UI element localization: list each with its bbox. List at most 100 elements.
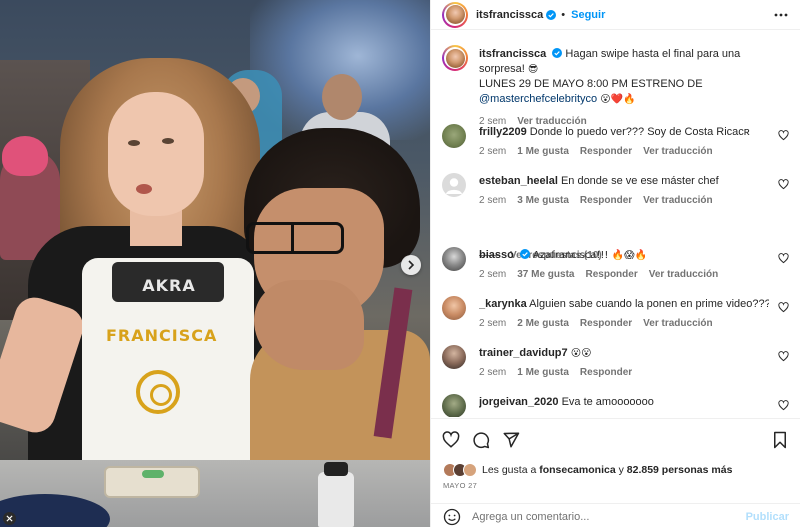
more-options-icon[interactable] (773, 8, 789, 22)
comment-meta: 2 sem 1 Me gusta Responder Ver traducció… (479, 146, 713, 157)
comment-body: trainer_davidup7 😮😮 (479, 346, 769, 361)
commenter-username[interactable]: _karynka (479, 298, 527, 310)
carousel-next-button[interactable] (401, 255, 421, 275)
commenter-username[interactable]: trainer_davidup7 (479, 347, 568, 359)
likes-prefix: Les gusta a (482, 464, 537, 476)
comment-likes[interactable]: 2 Me gusta (517, 318, 569, 329)
woman-mouth (136, 184, 152, 194)
heart-icon[interactable] (778, 179, 789, 190)
woman-face (108, 92, 204, 216)
comment-body: _karynka Alguien sabe cuando la ponen en… (479, 297, 769, 311)
comment-text: En donde se ve ese máster chef (560, 175, 719, 187)
heart-icon[interactable] (778, 351, 789, 362)
likes-summary: Les gusta a fonsecamonica y 82.859 perso… (443, 463, 732, 477)
comment-likes[interactable]: 1 Me gusta (517, 146, 569, 157)
reply-button[interactable]: Responder (580, 146, 632, 157)
likes-middle: y (618, 464, 624, 476)
commenter-avatar[interactable] (442, 173, 466, 197)
phone (104, 466, 200, 498)
close-button[interactable] (3, 512, 16, 525)
commenter-avatar[interactable] (442, 247, 466, 271)
comment-meta: 2 sem 1 Me gusta Responder (479, 367, 632, 378)
comment-time: 2 sem (479, 318, 507, 329)
post-actions: Les gusta a fonsecamonica y 82.859 perso… (431, 418, 800, 527)
apron-name: FRANCISCA (106, 326, 218, 345)
reply-button[interactable]: Responder (580, 318, 632, 329)
heart-icon[interactable] (442, 431, 460, 449)
man-hand (254, 280, 364, 370)
post-photo[interactable]: AKRA FRANCISCA (0, 0, 430, 527)
commenter-username[interactable]: biasso (479, 249, 514, 261)
comment-icon[interactable] (472, 431, 490, 449)
publish-button[interactable]: Publicar (746, 511, 789, 523)
comment-body: frilly2209 Donde lo puedo ver??? Soy de … (479, 125, 769, 139)
comment-time: 2 sem (479, 269, 507, 280)
comment-item: trainer_davidup7 😮😮 2 sem 1 Me gusta Res… (442, 345, 792, 381)
share-icon[interactable] (502, 431, 520, 449)
commenter-avatar[interactable] (442, 345, 466, 369)
comment-text: Alguien sabe cuando la ponen en prime vi… (529, 298, 769, 310)
comment-body: esteban_heelal En donde se ve ese máster… (479, 174, 769, 188)
liker-avatars[interactable] (443, 463, 477, 477)
caption-text: itsfrancissca Hagan swipe hasta el final… (479, 47, 789, 129)
comment-item: esteban_heelal En donde se ve ese máster… (442, 173, 792, 209)
reply-button[interactable]: Responder (580, 195, 632, 206)
commenter-username[interactable]: frilly2209 (479, 126, 527, 138)
comment-time: 2 sem (479, 146, 507, 157)
verified-badge-icon (519, 249, 530, 259)
verified-badge-icon (546, 9, 557, 20)
comment-time: 2 sem (479, 195, 507, 206)
background-person-head (2, 136, 48, 176)
comment-input[interactable] (472, 510, 722, 523)
heart-icon[interactable] (778, 400, 789, 411)
glasses (246, 222, 344, 254)
add-comment-bar: Publicar (431, 503, 800, 527)
verified-badge-icon (552, 48, 563, 58)
reply-button[interactable]: Responder (585, 269, 637, 280)
post-date: MAYO 27 (443, 481, 478, 490)
caption-username[interactable]: itsfrancissca (479, 48, 546, 60)
comment-likes[interactable]: 1 Me gusta (517, 367, 569, 378)
comment-likes[interactable]: 3 Me gusta (517, 195, 569, 206)
commenter-username[interactable]: esteban_heelal (479, 175, 558, 187)
bookmark-icon[interactable] (771, 431, 789, 449)
comment-item: biasso Azafrancisca!!! 🔥😱🔥 2 sem 37 Me g… (442, 247, 792, 283)
translate-link[interactable]: Ver traducción (649, 269, 718, 280)
translate-link[interactable]: Ver traducción (643, 318, 712, 329)
caption-emoji: 😮❤️🔥 (600, 94, 636, 105)
commenter-username[interactable]: jorgeivan_2020 (479, 396, 559, 408)
commenter-avatar[interactable] (442, 394, 466, 417)
caption-line-2: LUNES 29 DE MAYO 8:00 PM ESTRENO DE (479, 78, 703, 90)
heart-icon[interactable] (778, 253, 789, 264)
heart-icon[interactable] (778, 302, 789, 313)
comment-body: biasso Azafrancisca!!! 🔥😱🔥 (479, 248, 769, 263)
comment-text: 😮😮 (570, 348, 592, 359)
translate-link[interactable]: Ver traducción (643, 195, 712, 206)
comment-meta: 2 sem 37 Me gusta Responder Ver traducci… (479, 269, 718, 280)
author-avatar[interactable] (442, 45, 468, 71)
comment-likes[interactable]: 37 Me gusta (517, 269, 574, 280)
likes-count[interactable]: 82.859 personas más (627, 464, 733, 476)
caption-mention-link[interactable]: @masterchefcelebrityco (479, 93, 597, 105)
comment-item: jorgeivan_2020 Eva te amooooooo (442, 394, 792, 417)
author-avatar[interactable] (442, 1, 468, 28)
translate-link[interactable]: Ver traducción (643, 146, 712, 157)
heart-icon[interactable] (778, 130, 789, 141)
post-details-panel: itsfrancissca • Seguir itsfrancissca Hag… (430, 0, 800, 527)
comment-meta: 2 sem 3 Me gusta Responder Ver traducció… (479, 195, 713, 206)
caption-emoji: 😎 (527, 64, 539, 75)
commenter-avatar[interactable] (442, 124, 466, 148)
comment-item: frilly2209 Donde lo puedo ver??? Soy de … (442, 124, 792, 160)
author-username[interactable]: itsfrancissca (476, 9, 543, 21)
follow-button[interactable]: Seguir (571, 9, 605, 21)
reply-button[interactable]: Responder (580, 367, 632, 378)
comments-list[interactable]: itsfrancissca Hagan swipe hasta el final… (431, 31, 800, 417)
commenter-avatar[interactable] (442, 296, 466, 320)
comment-body: jorgeivan_2020 Eva te amooooooo (479, 395, 769, 409)
liker-username[interactable]: fonsecamonica (539, 464, 615, 476)
emoji-icon[interactable] (443, 508, 461, 526)
comment-time: 2 sem (479, 367, 507, 378)
woman-eye (162, 138, 174, 144)
masterchef-logo-icon (136, 370, 180, 414)
comment-text: Donde lo puedo ver??? Soy de Costa Ricaᴄ… (529, 126, 750, 138)
